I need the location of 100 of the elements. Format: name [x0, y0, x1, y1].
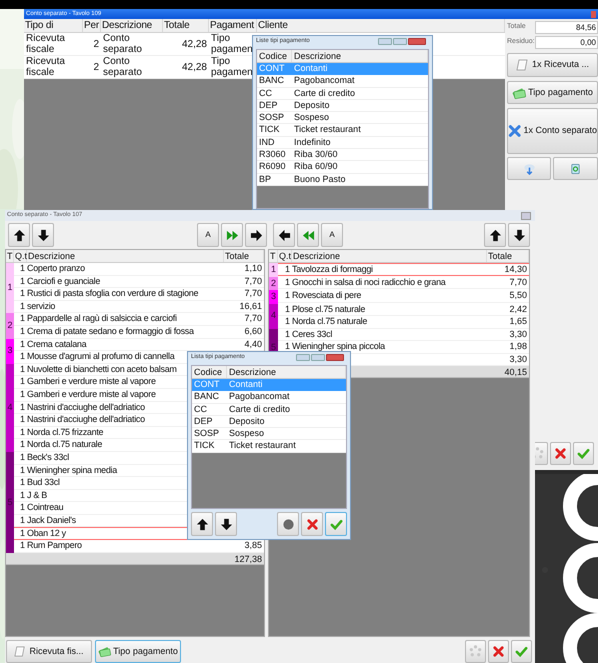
close-button[interactable] [521, 212, 531, 220]
item-total: 5,50 [508, 289, 528, 302]
move-right-button[interactable] [245, 223, 267, 247]
list-row[interactable]: CC Carte di credito [257, 88, 428, 100]
table-row[interactable]: 1 Gnocchi in salsa di noci radicchio e grana 7,70 [278, 276, 529, 290]
column-header[interactable]: Totale [163, 19, 209, 32]
grand-total: 127,38 [234, 552, 263, 564]
list-row[interactable]: R3060 Riba 30/60 [257, 149, 428, 162]
list-row[interactable]: DEP Deposito [192, 416, 346, 428]
list-row[interactable]: DEP Deposito [257, 100, 428, 112]
column-header[interactable]: T [269, 250, 278, 262]
maximize-button[interactable] [393, 38, 407, 45]
column-header[interactable]: Descrizione [292, 50, 428, 62]
list-row[interactable]: BANC Pagobancomat [257, 75, 428, 88]
table-row[interactable]: 1 Ceres 33cl 3,30 [278, 328, 529, 342]
item-description: Rustici di pasta sfoglia con verdure di stagione [27, 287, 198, 300]
quantity: 1 [18, 312, 26, 326]
table-row[interactable]: 1 Rovesciata di pere 5,50 [278, 290, 529, 303]
column-header[interactable]: Descrizione [27, 250, 224, 262]
list-row[interactable]: R6090 Riba 60/90 [257, 161, 428, 174]
quantity: 1 [18, 325, 26, 338]
list-row[interactable]: TICK Ticket restaurant [257, 124, 428, 137]
confirm-button[interactable] [511, 640, 532, 663]
minimize-button[interactable] [296, 354, 310, 361]
residual-field[interactable]: 0,00 [535, 36, 598, 49]
bin-button[interactable] [553, 157, 598, 180]
letter-button[interactable]: A [197, 223, 219, 247]
quantity: 1 [284, 340, 291, 354]
move-down-button[interactable] [32, 223, 54, 247]
settings-button[interactable] [465, 640, 486, 663]
download-button[interactable] [507, 157, 551, 180]
action-button[interactable]: Tipo pagamento [95, 640, 181, 663]
action-button[interactable]: 1x Conto separato [507, 108, 598, 154]
quantity: 1 [18, 438, 26, 452]
move-up-button[interactable] [484, 223, 506, 247]
move-up-button[interactable] [8, 223, 30, 247]
list-row[interactable]: BP Buono Pasto [257, 174, 428, 186]
table-cell: 2 [93, 62, 99, 72]
move-down-button[interactable] [508, 223, 530, 247]
quantity: 1 [18, 338, 26, 351]
table-row[interactable]: 1 Plose cl.75 naturale 2,42 [278, 304, 529, 316]
item-description: Bud 33cl [27, 476, 60, 490]
list-row[interactable]: SOSP Sospeso [192, 428, 346, 440]
record-button[interactable] [277, 512, 299, 536]
table-row[interactable]: 1 Coperto pranzo 1,10 [14, 263, 264, 276]
cancel-button[interactable] [301, 512, 323, 536]
action-button[interactable]: 1x Ricevuta ... [507, 53, 598, 77]
list-row[interactable]: TICK Ticket restaurant [192, 440, 346, 453]
column-header[interactable]: Codice [257, 50, 292, 62]
group-cell: 4 [6, 364, 14, 452]
table-cell-text: Ricevuta fiscale [26, 33, 66, 55]
table-row[interactable]: 1 Rustici di pasta sfoglia con verdure di stagione 7,70 [14, 288, 264, 301]
down-arrow-icon [512, 228, 526, 242]
column-header[interactable]: Codice [192, 366, 227, 378]
column-header[interactable]: Totale [224, 250, 264, 262]
double-right-arrow-icon [226, 228, 238, 242]
item-total: 4,40 [243, 338, 263, 351]
quantity: 1 [18, 375, 26, 388]
item-description: Carciofi e guanciale [27, 274, 100, 288]
move-left-button[interactable] [273, 223, 295, 247]
table-row[interactable]: 1 Carciofi e guanciale 7,70 [14, 276, 264, 288]
column-header[interactable]: Cliente [257, 19, 505, 32]
confirm-button[interactable] [325, 512, 347, 536]
cancel-button[interactable] [488, 640, 509, 663]
group-cell: 2 [6, 313, 14, 339]
column-header[interactable]: Q.t [14, 250, 27, 262]
action-button[interactable]: Tipo pagamento [507, 81, 598, 104]
list-row[interactable]: SOSP Sospeso [257, 112, 428, 124]
column-header[interactable]: Descrizione [227, 366, 346, 378]
maximize-button[interactable] [311, 354, 325, 361]
cancel-button[interactable] [550, 442, 571, 465]
column-header[interactable]: Totale [487, 250, 529, 262]
table-row[interactable]: 1 Tavolozza di formaggi 14,30 [278, 263, 529, 276]
list-row[interactable]: BANC Pagobancomat [192, 391, 346, 404]
list-row[interactable]: CC Carte di credito [192, 404, 346, 416]
confirm-button[interactable] [573, 442, 594, 465]
item-description: Gnocchi in salsa di noci radicchio e grana [292, 276, 446, 289]
column-header[interactable]: Tipo di [24, 19, 83, 32]
table-row[interactable]: 1 Pappardelle al ragù di salsiccia e carciofi 7,70 [14, 313, 264, 326]
move-up-button[interactable] [191, 512, 213, 536]
table-cell-text: Ricevuta fiscale [26, 56, 66, 78]
minimize-button[interactable] [378, 38, 392, 45]
item-description: J & B [27, 488, 48, 502]
close-button[interactable] [326, 354, 344, 361]
column-header[interactable]: Per [83, 19, 101, 32]
letter-button[interactable]: A [321, 223, 343, 247]
list-row[interactable]: IND Indefinito [257, 136, 428, 150]
double-left-arrow-icon [302, 228, 314, 242]
action-button[interactable]: Ricevuta fis... [6, 640, 92, 663]
column-header[interactable]: Q.t [278, 250, 292, 262]
column-header[interactable]: T [6, 250, 14, 262]
up-arrow-icon [196, 518, 208, 530]
move-down-button[interactable] [215, 512, 237, 536]
total-field[interactable]: 84,56 [535, 21, 598, 34]
column-header[interactable]: Descrizione [292, 250, 487, 262]
cloud-icon [522, 162, 536, 175]
close-button[interactable] [408, 38, 426, 45]
quantity: 1 [18, 350, 26, 364]
column-header[interactable]: Descrizione [101, 19, 163, 32]
column-header[interactable]: Pagament [209, 19, 257, 32]
